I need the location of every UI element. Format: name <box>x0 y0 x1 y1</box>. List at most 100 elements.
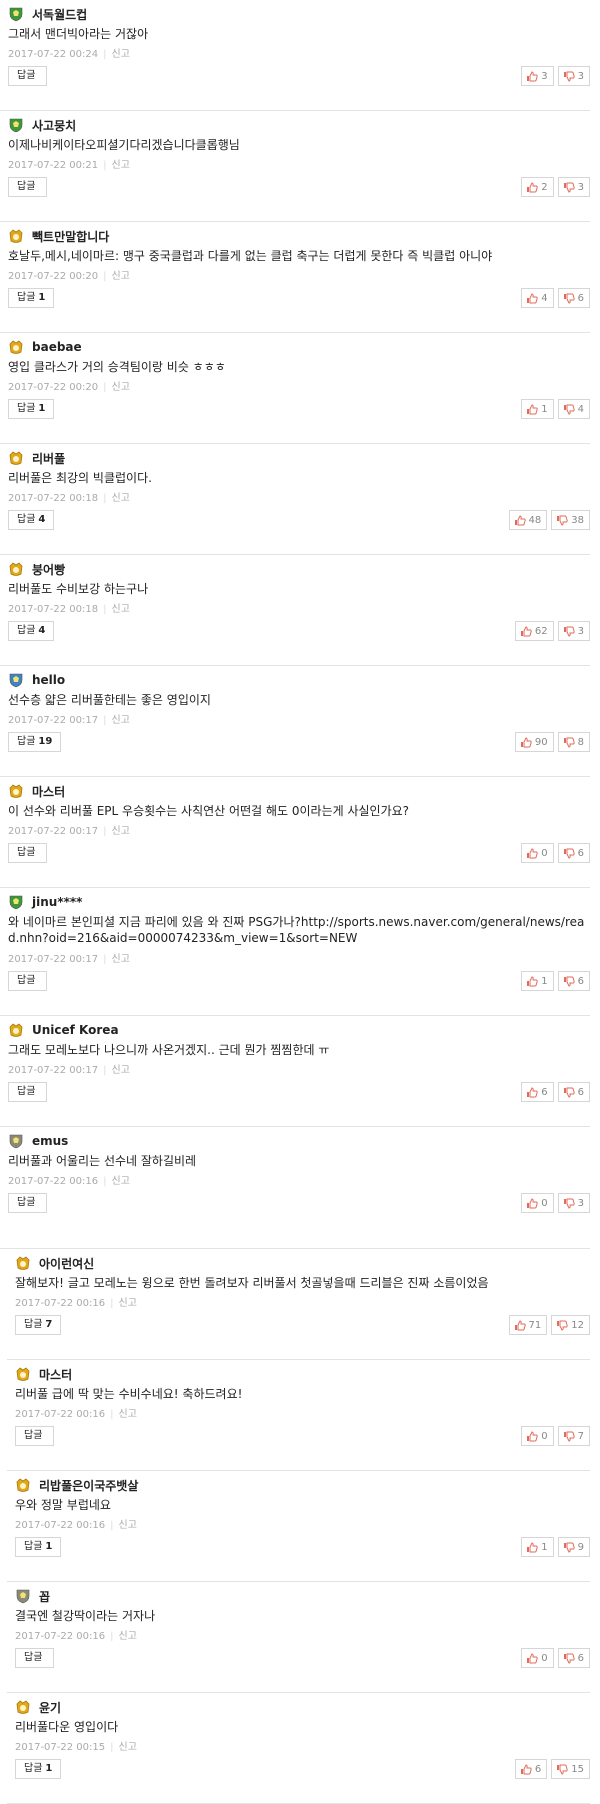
like-button[interactable]: 71 <box>508 1315 548 1335</box>
vote-buttons: 62 3 <box>511 621 590 641</box>
nickname[interactable]: baebae <box>32 340 82 354</box>
report-link[interactable]: 신고 <box>112 715 130 726</box>
nickname[interactable]: 붕어빵 <box>32 561 65 578</box>
nickname[interactable]: 사고뭉치 <box>32 117 76 134</box>
like-button[interactable]: 90 <box>514 732 554 752</box>
report-link[interactable]: 신고 <box>112 954 130 965</box>
reply-button[interactable]: 답글 <box>8 66 48 86</box>
reply-label: 답글 <box>24 1430 43 1441</box>
reply-button[interactable]: 답글 <box>15 1648 55 1668</box>
dislike-button[interactable]: 7 <box>557 1426 590 1446</box>
report-link[interactable]: 신고 <box>119 1742 137 1753</box>
reply-button[interactable]: 답글 4 <box>8 621 55 641</box>
user-badge-icon <box>15 1255 31 1271</box>
reply-button[interactable]: 답글 1 <box>8 288 55 308</box>
dislike-button[interactable]: 6 <box>557 971 590 991</box>
like-button[interactable]: 4 <box>521 288 554 308</box>
dislike-button[interactable]: 4 <box>557 399 590 419</box>
comment-meta: 2017-07-22 00:17 | 신고 <box>8 1061 130 1076</box>
comment-header: 리밥풀은이국주뱃살 <box>15 1476 138 1494</box>
like-button[interactable]: 1 <box>521 1537 554 1557</box>
like-button[interactable]: 48 <box>508 510 548 530</box>
nickname[interactable]: 마스터 <box>39 1366 72 1383</box>
like-button[interactable]: 3 <box>521 66 554 86</box>
dislike-button[interactable]: 9 <box>557 1537 590 1557</box>
nickname[interactable]: 리버풀 <box>32 450 65 467</box>
reply-button[interactable]: 답글 1 <box>8 399 55 419</box>
like-button[interactable]: 6 <box>521 1082 554 1102</box>
report-link[interactable]: 신고 <box>112 382 130 393</box>
nickname[interactable]: 윤기 <box>39 1699 61 1716</box>
dislike-button[interactable]: 6 <box>557 1648 590 1668</box>
report-link[interactable]: 신고 <box>112 604 130 615</box>
reply-button[interactable]: 답글 <box>15 1426 55 1446</box>
like-button[interactable]: 62 <box>514 621 554 641</box>
like-button[interactable]: 1 <box>521 971 554 991</box>
dislike-button[interactable]: 3 <box>557 1193 590 1213</box>
nickname[interactable]: 아이런여신 <box>39 1255 94 1272</box>
reply-button[interactable]: 답글 19 <box>8 732 62 752</box>
user-badge-icon <box>8 783 24 799</box>
dislike-button[interactable]: 6 <box>557 843 590 863</box>
comment-header: 빽트만말합니다 <box>8 227 109 245</box>
dislike-button[interactable]: 6 <box>557 1082 590 1102</box>
nickname[interactable]: jinu**** <box>32 895 82 909</box>
dislike-button[interactable]: 38 <box>551 510 590 530</box>
dislike-button[interactable]: 8 <box>557 732 590 752</box>
report-link[interactable]: 신고 <box>112 1065 130 1076</box>
like-button[interactable]: 1 <box>521 399 554 419</box>
report-link[interactable]: 신고 <box>112 493 130 504</box>
report-link[interactable]: 신고 <box>112 271 130 282</box>
nickname[interactable]: 서독월드컵 <box>32 6 87 23</box>
reply-label: 답글 <box>17 625 36 636</box>
report-link[interactable]: 신고 <box>112 49 130 60</box>
nickname[interactable]: 빽트만말합니다 <box>32 228 109 245</box>
nickname[interactable]: Unicef Korea <box>32 1023 119 1037</box>
comment-text: 리버풀다운 영입이다 <box>15 1720 119 1734</box>
like-button[interactable]: 2 <box>521 177 554 197</box>
like-button[interactable]: 0 <box>521 1426 554 1446</box>
reply-count: 4 <box>38 625 46 636</box>
comment-meta: 2017-07-22 00:16 | 신고 <box>8 1172 130 1187</box>
reply-button[interactable]: 답글 1 <box>15 1537 62 1557</box>
reply-count: 1 <box>45 1541 53 1552</box>
like-button[interactable]: 0 <box>521 1648 554 1668</box>
thumbs-down-icon <box>556 515 568 526</box>
reply-button[interactable]: 답글 7 <box>15 1315 62 1335</box>
dislike-button[interactable]: 3 <box>557 177 590 197</box>
comment-meta: 2017-07-22 00:16 | 신고 <box>15 1294 137 1309</box>
dislike-button[interactable]: 3 <box>557 66 590 86</box>
reply-button[interactable]: 답글 <box>8 177 48 197</box>
dislike-button[interactable]: 3 <box>557 621 590 641</box>
nickname[interactable]: 리밥풀은이국주뱃살 <box>39 1477 138 1494</box>
thumbs-up-icon <box>520 1763 532 1775</box>
nickname[interactable]: 마스터 <box>32 783 65 800</box>
nickname[interactable]: emus <box>32 1134 68 1148</box>
thumbs-down-icon <box>556 1764 568 1775</box>
reply-button[interactable]: 답글 <box>8 1193 48 1213</box>
reply-button[interactable]: 답글 <box>8 843 48 863</box>
comment-date: 2017-07-22 00:16 <box>8 1176 99 1187</box>
report-link[interactable]: 신고 <box>112 826 130 837</box>
nickname[interactable]: hello <box>32 673 65 687</box>
like-button[interactable]: 6 <box>514 1759 548 1779</box>
report-link[interactable]: 신고 <box>119 1409 137 1420</box>
nickname[interactable]: 꼽 <box>39 1588 50 1605</box>
reply-button[interactable]: 답글 1 <box>15 1759 62 1779</box>
like-button[interactable]: 0 <box>521 843 554 863</box>
report-link[interactable]: 신고 <box>112 160 130 171</box>
report-link[interactable]: 신고 <box>119 1520 137 1531</box>
report-link[interactable]: 신고 <box>119 1298 137 1309</box>
dislike-button[interactable]: 6 <box>557 288 590 308</box>
vote-buttons: 48 38 <box>505 510 590 530</box>
dislike-button[interactable]: 12 <box>551 1315 590 1335</box>
reply-button[interactable]: 답글 <box>8 971 48 991</box>
reply-button[interactable]: 답글 4 <box>8 510 55 530</box>
reply-button[interactable]: 답글 <box>8 1082 48 1102</box>
vote-buttons: 4 6 <box>517 288 590 308</box>
like-button[interactable]: 0 <box>521 1193 554 1213</box>
report-link[interactable]: 신고 <box>112 1176 130 1187</box>
report-link[interactable]: 신고 <box>119 1631 137 1642</box>
meta-divider: | <box>103 826 107 837</box>
dislike-button[interactable]: 15 <box>551 1759 590 1779</box>
